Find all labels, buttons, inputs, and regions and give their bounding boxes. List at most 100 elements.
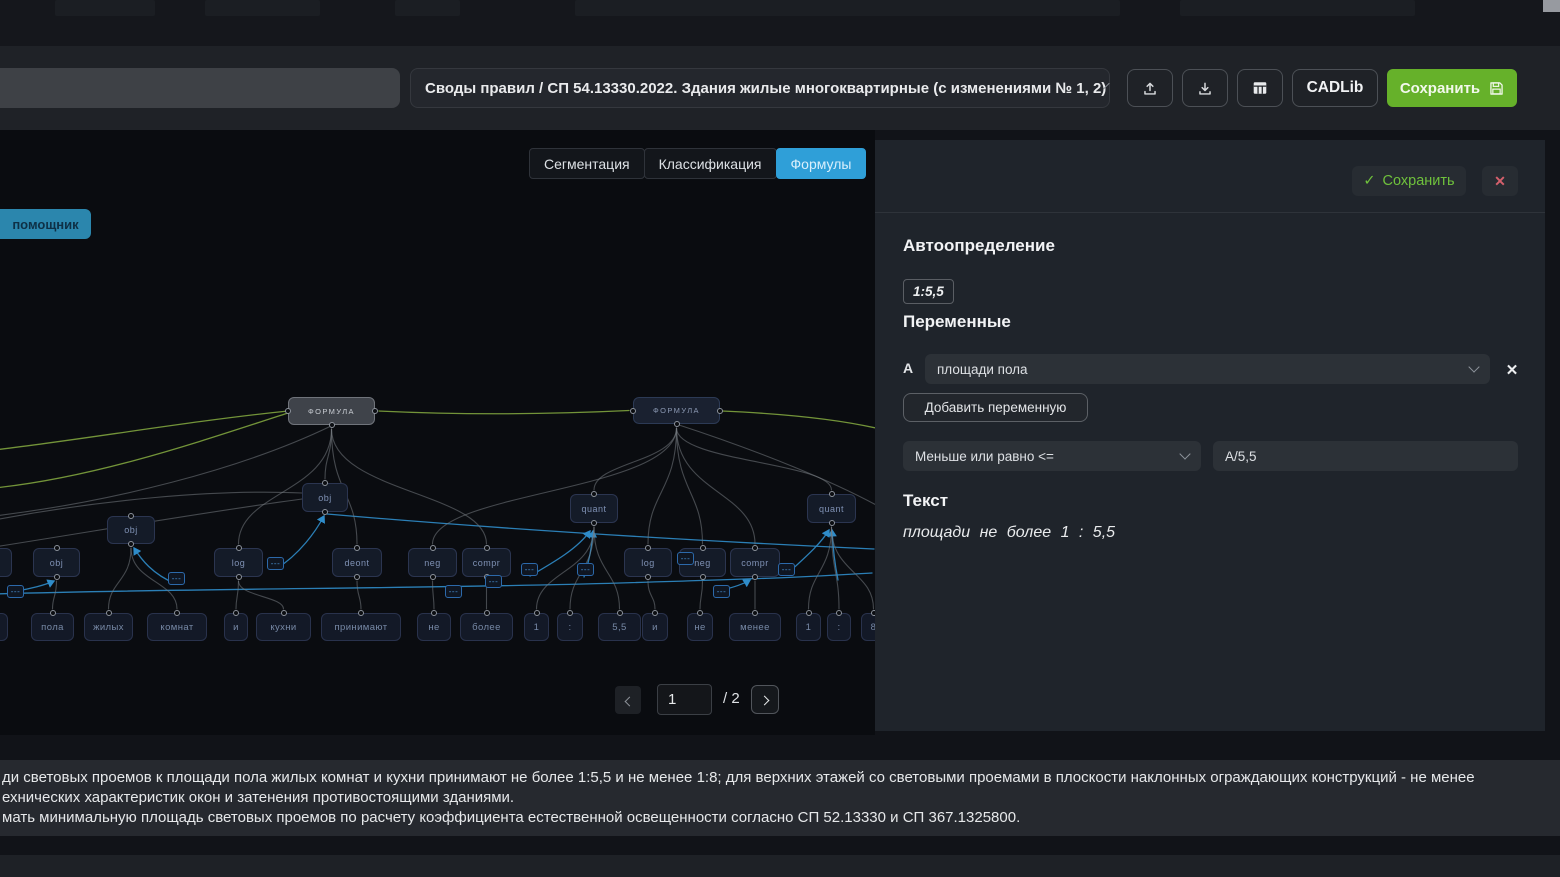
page-number-input[interactable] bbox=[657, 684, 712, 715]
chevron-down-icon bbox=[1468, 361, 1479, 372]
variables-title: Переменные bbox=[903, 312, 1011, 332]
graph-node-1[interactable]: 1 bbox=[796, 613, 821, 641]
graph-node----[interactable]: --- bbox=[445, 585, 462, 598]
save-button[interactable]: Сохранить bbox=[1387, 69, 1517, 107]
variable-select[interactable]: площади пола bbox=[925, 354, 1490, 384]
connector-dot bbox=[645, 545, 651, 551]
source-text-line: ехнических характеристик окон и затенени… bbox=[2, 788, 1554, 808]
connector-dot bbox=[484, 545, 490, 551]
graph-node----[interactable]: --- bbox=[7, 585, 24, 598]
graph-node-и[interactable]: и bbox=[642, 613, 668, 641]
graph-node-ФОРМУЛА[interactable]: ФОРМУЛА bbox=[288, 397, 375, 425]
graph-node-1[interactable]: 1 bbox=[524, 613, 549, 641]
graph-node-не[interactable]: не bbox=[417, 613, 451, 641]
next-page-button[interactable] bbox=[751, 685, 779, 714]
cadlib-button[interactable]: CADLib bbox=[1292, 69, 1378, 107]
graph-node-менее[interactable]: менее bbox=[729, 613, 781, 641]
graph-node-пола[interactable]: пола bbox=[31, 613, 74, 641]
connector-dot bbox=[354, 574, 360, 580]
graph-node-:[interactable]: : bbox=[557, 613, 583, 641]
upload-button[interactable] bbox=[1127, 69, 1173, 107]
graph-node-obj[interactable]: obj bbox=[107, 516, 155, 544]
connector-dot bbox=[829, 491, 835, 497]
graph-node----[interactable]: --- bbox=[168, 572, 185, 585]
graph-node----[interactable]: --- bbox=[577, 563, 594, 576]
connector-dot bbox=[285, 408, 291, 414]
assistant-button[interactable]: помощник bbox=[0, 209, 91, 239]
graph-node-label: --- bbox=[172, 574, 182, 583]
operator-select[interactable]: Меньше или равно <= bbox=[903, 441, 1201, 471]
tab-segmentation[interactable]: Сегментация bbox=[529, 148, 645, 179]
connector-dot bbox=[806, 610, 812, 616]
panel-close-button[interactable]: ✕ bbox=[1482, 166, 1518, 196]
connector-dot bbox=[128, 513, 134, 519]
header-placeholder bbox=[575, 0, 1120, 16]
graph-node-log[interactable]: log bbox=[214, 548, 263, 577]
graph-node-deont[interactable]: deont bbox=[332, 548, 382, 577]
graph-node-более[interactable]: более bbox=[460, 613, 513, 641]
graph-node-label: принимают bbox=[335, 622, 388, 633]
graph-node-label: obj bbox=[50, 558, 64, 568]
graph-canvas[interactable]: ФОРМУЛАФОРМУЛАobjobjobjlogdeontnegcomprq… bbox=[0, 130, 875, 735]
graph-node-compr[interactable]: compr bbox=[462, 548, 511, 577]
graph-node-label: и bbox=[652, 622, 658, 633]
expression-input[interactable] bbox=[1213, 441, 1518, 471]
chevron-down-icon bbox=[1179, 448, 1190, 459]
graph-node-label: менее bbox=[740, 622, 770, 633]
graph-node-label: --- bbox=[11, 587, 21, 596]
tab-formulas[interactable]: Формулы bbox=[776, 148, 867, 179]
connector-dot bbox=[372, 408, 378, 414]
graph-node-не[interactable]: не bbox=[687, 613, 713, 641]
graph-node----[interactable]: --- bbox=[778, 563, 795, 576]
graph-node-log[interactable]: log bbox=[624, 548, 672, 577]
chevron-left-icon bbox=[624, 696, 634, 706]
connector-dot bbox=[106, 610, 112, 616]
table-icon bbox=[1252, 80, 1268, 96]
panel-save-button[interactable]: ✓ Сохранить bbox=[1352, 166, 1466, 196]
graph-node-label: log bbox=[232, 558, 246, 568]
graph-node-quant[interactable]: quant bbox=[570, 494, 618, 523]
add-variable-button[interactable]: Добавить переменную bbox=[903, 393, 1088, 422]
graph-node-obj[interactable]: obj bbox=[33, 548, 80, 577]
connector-dot bbox=[329, 422, 335, 428]
upload-icon bbox=[1142, 80, 1158, 96]
graph-node-neg[interactable]: neg bbox=[408, 548, 457, 577]
graph-node-:[interactable]: : bbox=[827, 613, 851, 641]
download-button[interactable] bbox=[1182, 69, 1228, 107]
graph-node----[interactable]: --- bbox=[521, 563, 538, 576]
connector-dot bbox=[358, 610, 364, 616]
graph-node-комнат[interactable]: комнат bbox=[147, 613, 207, 641]
graph-node----[interactable]: --- bbox=[713, 585, 730, 598]
graph-node-cut1[interactable] bbox=[0, 548, 12, 577]
page-total-label: / 2 bbox=[723, 690, 740, 707]
prev-page-button[interactable] bbox=[615, 686, 641, 714]
graph-node-label: --- bbox=[271, 559, 281, 568]
graph-node-label: --- bbox=[782, 565, 792, 574]
graph-node-quant[interactable]: quant bbox=[807, 494, 856, 523]
graph-node-ФОРМУЛА[interactable]: ФОРМУЛА bbox=[633, 397, 720, 424]
connector-dot bbox=[54, 574, 60, 580]
graph-node-принимают[interactable]: принимают bbox=[321, 613, 401, 641]
document-select[interactable]: Своды правил / СП 54.13330.2022. Здания … bbox=[410, 68, 1110, 108]
graph-node-compr[interactable]: compr bbox=[730, 548, 780, 577]
remove-variable-button[interactable]: ✕ bbox=[1501, 359, 1523, 381]
graph-node-кухни[interactable]: кухни bbox=[256, 613, 311, 641]
graph-node----[interactable]: --- bbox=[677, 552, 694, 565]
table-view-button[interactable] bbox=[1237, 69, 1283, 107]
graph-node-l0[interactable] bbox=[0, 613, 8, 641]
connector-dot bbox=[717, 408, 723, 414]
graph-node----[interactable]: --- bbox=[267, 557, 284, 570]
graph-node-label: 1 bbox=[534, 622, 540, 633]
graph-node-obj[interactable]: obj bbox=[302, 483, 348, 512]
connector-dot bbox=[236, 545, 242, 551]
graph-node-жилых[interactable]: жилых bbox=[84, 613, 133, 641]
graph-node----[interactable]: --- bbox=[485, 575, 502, 588]
graph-node-5,5[interactable]: 5,5 bbox=[598, 613, 641, 641]
graph-node-и[interactable]: и bbox=[224, 613, 248, 641]
autodetect-value-chip[interactable]: 1:5,5 bbox=[903, 279, 954, 304]
toolbar-input[interactable] bbox=[0, 68, 400, 108]
top-header bbox=[0, 0, 1560, 46]
tab-classification[interactable]: Классификация bbox=[644, 148, 777, 179]
graph-node-8[interactable]: 8 bbox=[861, 613, 875, 641]
graph-node-label: quant bbox=[819, 504, 844, 514]
